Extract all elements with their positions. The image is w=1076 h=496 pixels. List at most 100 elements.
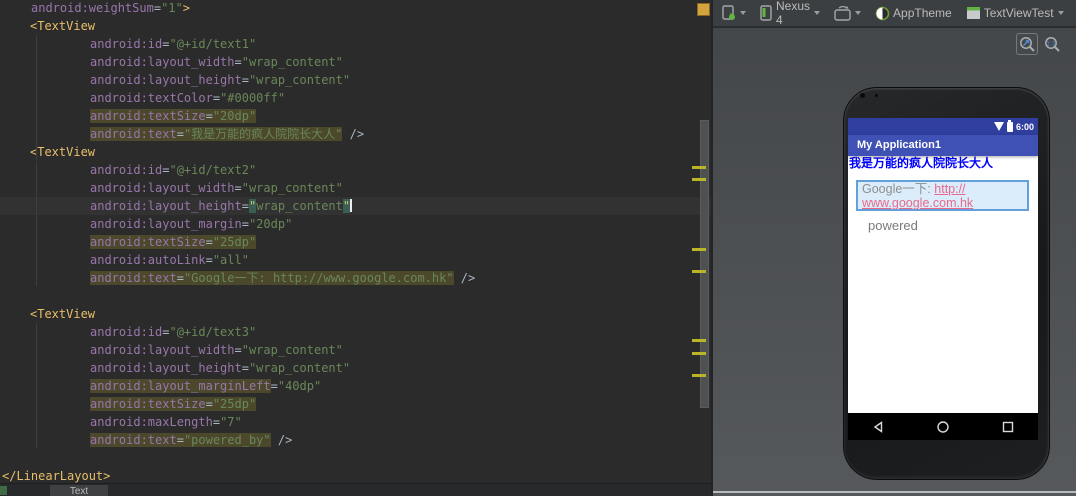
code-line[interactable]: android:textSize="25dp" xyxy=(0,395,711,413)
scrollbar-highlight-mark[interactable] xyxy=(692,166,706,169)
code-token: android:layout_margin xyxy=(90,217,242,231)
code-token: "wrap_content" xyxy=(241,343,343,357)
code-token: = xyxy=(205,397,213,411)
back-icon[interactable] xyxy=(871,420,885,434)
code-token: "1" xyxy=(161,1,183,15)
code-line[interactable]: android:textColor="#0000ff" xyxy=(0,89,711,107)
code-token: android:id xyxy=(90,37,163,51)
code-area[interactable]: android:weightSum="1"> <TextView android:i… xyxy=(0,0,711,483)
textview-text2-selected[interactable]: Google一下: http:// www.google.com.hk xyxy=(856,180,1029,211)
code-token: "wrap_content" xyxy=(241,181,343,195)
textview-text3[interactable]: powered xyxy=(868,218,918,233)
code-token: android:maxLength xyxy=(90,415,213,429)
code-line[interactable] xyxy=(0,449,711,467)
code-token: "all" xyxy=(212,253,249,267)
code-token: = xyxy=(241,361,249,375)
zoom-actual-size-button[interactable]: 1:1 xyxy=(1041,33,1063,55)
code-line[interactable]: android:text="powered_by" /> xyxy=(0,431,711,449)
code-line[interactable]: android:id="@+id/text1" xyxy=(0,35,711,53)
code-line[interactable]: android:id="@+id/text2" xyxy=(0,161,711,179)
inspection-status-indicator[interactable] xyxy=(697,3,710,16)
code-line[interactable]: </LinearLayout> xyxy=(0,467,711,483)
chevron-down-icon xyxy=(855,11,862,15)
code-token: "@+id/text2" xyxy=(169,163,257,177)
code-line[interactable]: android:layout_width="wrap_content" xyxy=(0,341,711,359)
code-token: "25dp" xyxy=(212,397,257,411)
code-token: android:layout_height xyxy=(90,199,242,213)
code-line[interactable]: android:maxLength="7" xyxy=(0,413,711,431)
code-token: " xyxy=(342,199,351,213)
code-line[interactable]: android:layout_height="wrap_content" xyxy=(0,359,711,377)
code-token: = xyxy=(234,181,242,195)
tab-text-mode[interactable]: Text xyxy=(50,485,108,496)
code-token: = xyxy=(241,217,249,231)
scrollbar-highlight-mark[interactable] xyxy=(692,178,706,181)
home-icon[interactable] xyxy=(936,420,950,434)
scrollbar-highlight-mark[interactable] xyxy=(692,352,706,355)
code-token: /> xyxy=(453,271,476,285)
code-token: android:textColor xyxy=(90,91,213,105)
code-line[interactable]: android:layout_margin="20dp" xyxy=(0,215,711,233)
code-line[interactable]: android:weightSum="1"> xyxy=(0,0,711,17)
device-selector-label: Nexus 4 xyxy=(776,0,811,27)
code-line[interactable]: android:layout_height="wrap_content" xyxy=(0,71,711,89)
code-token: android:autoLink xyxy=(90,253,206,267)
device-selector[interactable]: Nexus 4 xyxy=(757,0,823,29)
code-token: "wrap_content" xyxy=(241,55,343,69)
code-token: "40dp" xyxy=(277,379,322,393)
phone-device-icon xyxy=(760,5,773,21)
editor-scrollbar[interactable] xyxy=(700,120,709,408)
code-line[interactable]: <TextView xyxy=(0,305,711,323)
code-token: = xyxy=(205,253,213,267)
code-token: "20dp" xyxy=(212,109,257,123)
zoom-to-fit-button[interactable] xyxy=(1016,33,1038,55)
code-line[interactable]: <TextView xyxy=(0,17,711,35)
code-token: = xyxy=(205,235,213,249)
activity-selector[interactable]: TextViewTest xyxy=(963,4,1067,22)
device-screen[interactable]: 6:00 My Application1 我是万能的疯人院院长大人 Google… xyxy=(848,118,1038,440)
battery-icon xyxy=(1006,119,1013,132)
code-line[interactable]: android:autoLink="all" xyxy=(0,251,711,269)
svg-text:1:1: 1:1 xyxy=(1046,40,1056,47)
activity-selector-label: TextViewTest xyxy=(983,6,1054,20)
code-line[interactable]: android:textSize="20dp" xyxy=(0,107,711,125)
xml-editor[interactable]: android:weightSum="1"> <TextView android:i… xyxy=(0,0,711,483)
code-token: = xyxy=(234,343,242,357)
preview-canvas[interactable]: 1:1 6:00 My Application1 我是万能的疯人院院长大人 Go… xyxy=(713,28,1076,496)
code-line[interactable]: android:layout_marginLeft="40dp" xyxy=(0,377,711,395)
code-line[interactable]: android:text="Google一下: http://www.googl… xyxy=(0,269,711,287)
code-token: = xyxy=(241,73,249,87)
code-token: android:layout_width xyxy=(90,55,235,69)
camera-dot xyxy=(860,93,865,98)
textview-text1[interactable]: 我是万能的疯人院院长大人 xyxy=(848,156,1038,171)
device-config-button[interactable] xyxy=(718,3,749,23)
orientation-button[interactable] xyxy=(831,4,864,23)
code-line[interactable]: android:id="@+id/text3" xyxy=(0,323,711,341)
code-token: "20dp" xyxy=(248,217,293,231)
recents-icon[interactable] xyxy=(1001,420,1015,434)
code-line[interactable]: android:layout_width="wrap_content" xyxy=(0,53,711,71)
scrollbar-highlight-mark[interactable] xyxy=(692,374,706,377)
code-line[interactable]: android:textSize="25dp" xyxy=(0,233,711,251)
text2-link[interactable]: http:// xyxy=(934,182,965,196)
code-token: "Google一下: http://www.google.com.hk" xyxy=(183,271,454,285)
android-studio-window: android:weightSum="1"> <TextView android:i… xyxy=(0,0,1076,496)
chevron-down-icon xyxy=(740,11,746,15)
scrollbar-highlight-mark[interactable] xyxy=(692,248,706,251)
theme-button[interactable]: AppTheme xyxy=(872,4,955,23)
code-token: = xyxy=(176,271,184,285)
activity-icon xyxy=(966,6,981,20)
code-line[interactable]: android:layout_width="wrap_content" xyxy=(0,179,711,197)
code-line[interactable]: <TextView xyxy=(0,143,711,161)
text2-link-url[interactable]: www.google.com.hk xyxy=(862,196,973,210)
code-line[interactable]: android:layout_height="wrap_content" xyxy=(0,197,711,215)
theme-label: AppTheme xyxy=(893,6,952,20)
code-line[interactable] xyxy=(0,287,711,305)
code-token: "wrap_content" xyxy=(248,361,351,375)
code-line[interactable]: android:text="我是万能的疯人院院长大人" /> xyxy=(0,125,711,143)
code-token: android:layout_width xyxy=(90,343,235,357)
scrollbar-highlight-mark[interactable] xyxy=(692,270,706,273)
scrollbar-highlight-mark[interactable] xyxy=(692,339,706,342)
code-token: "@+id/text1" xyxy=(169,37,257,51)
code-token: android:layout_height xyxy=(90,73,242,87)
